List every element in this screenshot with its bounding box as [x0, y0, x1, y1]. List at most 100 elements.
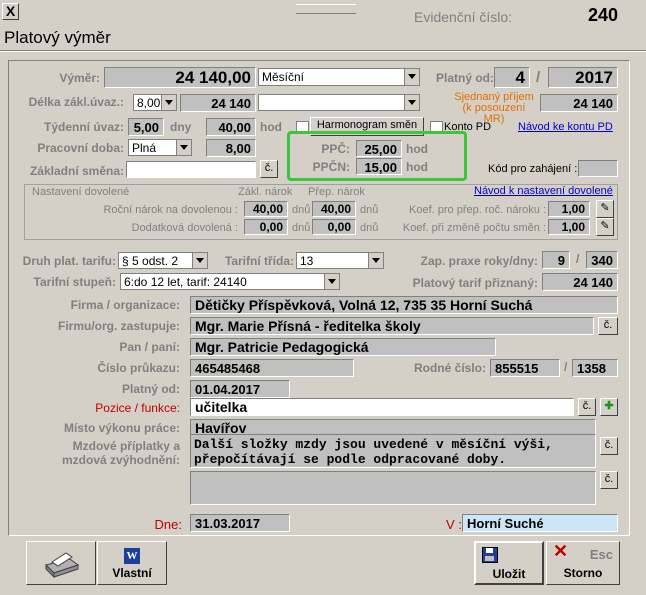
- dod-prep-unit: dnů: [360, 222, 379, 234]
- dodatkova-label: Dodatková dovolená :: [131, 222, 238, 234]
- evidence-number: 240: [588, 5, 619, 25]
- stupen-label: Tarifní stupeň:: [33, 275, 116, 289]
- rocni-prep-field[interactable]: 40,00: [312, 201, 356, 217]
- printer-icon: [45, 552, 80, 579]
- koef1-edit-icon[interactable]: ✎: [596, 200, 614, 218]
- tydenni-field[interactable]: 5,00: [128, 118, 164, 136]
- zakladni-pick-button[interactable]: č.: [260, 160, 278, 178]
- druh-select-value: § 5 odst. 2: [122, 254, 179, 268]
- pan-field[interactable]: Mgr. Patricie Pedagogická: [190, 338, 496, 356]
- ppcn-hod-unit: hod: [406, 160, 428, 174]
- firma-label: Firma / organizace:: [70, 298, 180, 312]
- pracovni-label: Pracovní doba:: [37, 141, 124, 155]
- delka-select-value: 8,00: [137, 96, 161, 110]
- praxe-dny-field[interactable]: 340: [586, 251, 618, 269]
- kod-field[interactable]: [578, 160, 618, 177]
- save-icon: [482, 547, 498, 563]
- zakladni-label: Základní směna:: [29, 164, 124, 178]
- priznany-label: Platový tarif přiznaný:: [412, 276, 538, 290]
- delka-select[interactable]: 8,00: [133, 94, 177, 111]
- stupen-select[interactable]: 6:do 12 let, tarif: 24140: [120, 273, 340, 290]
- evidence-label: Evidenční číslo:: [414, 9, 513, 25]
- priznany-field[interactable]: 24 140: [542, 273, 618, 291]
- rodne-label: Rodné číslo:: [413, 361, 486, 375]
- ppc-label: PPČ:: [321, 142, 350, 156]
- pozice-field[interactable]: učitelka: [190, 398, 574, 416]
- pozice-add-icon[interactable]: ✚: [600, 398, 618, 416]
- koef1-label: Koef. pro přep. roč. nároku :: [409, 204, 546, 216]
- vymer-type-select[interactable]: Měsíční: [258, 68, 420, 86]
- chevron-down-icon: [404, 95, 419, 110]
- delka-label: Délka zákl.úvaz.:: [28, 95, 124, 109]
- ppcn-label: PPČN:: [312, 160, 350, 174]
- vlastni-button[interactable]: W Vlastní: [97, 541, 167, 585]
- print-button[interactable]: [26, 541, 96, 585]
- tydenni-hod-field[interactable]: 40,00: [206, 118, 256, 136]
- stupen-select-value: 6:do 12 let, tarif: 24140: [124, 275, 247, 289]
- misto-label: Místo výkonu práce:: [63, 421, 180, 435]
- poznamka-pick-button[interactable]: č.: [600, 471, 618, 489]
- window-title: Platový výměr: [4, 28, 111, 47]
- delka-extra-select[interactable]: [258, 94, 420, 111]
- poznamka-field[interactable]: [190, 471, 596, 505]
- priplatky-textarea[interactable]: Další složky mzdy jsou uvedené v měsíční…: [190, 434, 596, 468]
- navod-dovolena-link[interactable]: Návod k nastavení dovolené: [474, 185, 613, 197]
- delka-value-field[interactable]: 24 140: [180, 94, 256, 112]
- priplatky-label-line2: mzdová zvýhodnění:: [61, 453, 180, 467]
- ppcn-field[interactable]: 15,00: [356, 158, 402, 175]
- platny-field[interactable]: 01.04.2017: [190, 380, 290, 398]
- priplatky-label-line1: Mzdové příplatky a: [72, 439, 180, 453]
- navod-konto-link[interactable]: Návod ke kontu PD: [518, 121, 613, 133]
- praxe-roky-field[interactable]: 9: [542, 251, 570, 269]
- zakladni-field[interactable]: [126, 161, 256, 178]
- vlastni-label: Vlastní: [112, 566, 152, 580]
- esc-label: Esc: [589, 547, 613, 562]
- pracovni-select[interactable]: Plná: [128, 139, 192, 156]
- platny-od-year-field[interactable]: 2017: [548, 67, 618, 88]
- dovolena-title: Nastavení dovolené: [32, 186, 130, 198]
- dne-field[interactable]: 31.03.2017: [190, 514, 290, 532]
- chevron-down-icon: [176, 140, 191, 155]
- priplatky-pick-button[interactable]: č.: [600, 437, 618, 455]
- ulozit-label: Uložit: [492, 567, 526, 581]
- trida-select[interactable]: 13: [296, 252, 384, 269]
- pracovni-value-field[interactable]: 8,00: [206, 139, 256, 157]
- firma-field[interactable]: Dětičky Příspěvková, Volná 12, 735 35 Ho…: [190, 296, 618, 314]
- v-field[interactable]: Horní Suché: [462, 514, 618, 532]
- sjednany-field[interactable]: 24 140: [540, 94, 618, 112]
- rocni-prep-unit: dnů: [360, 204, 379, 216]
- dod-zakl-field[interactable]: 0,00: [244, 219, 288, 235]
- platny-od-month-field[interactable]: 4: [494, 67, 530, 88]
- prukaz-label: Číslo průkazu:: [97, 361, 180, 375]
- dod-prep-field[interactable]: 0,00: [312, 219, 356, 235]
- koef1-field[interactable]: 1,00: [548, 201, 590, 217]
- hod-unit: hod: [260, 120, 282, 134]
- pan-label: Pan / paní:: [119, 340, 180, 354]
- rocni-zakl-field[interactable]: 40,00: [244, 201, 288, 217]
- rodne-field-2[interactable]: 1358: [572, 359, 618, 377]
- praxe-label: Zap. praxe roky/dny:: [420, 254, 538, 268]
- prep-narok-header: Přep. nárok: [308, 186, 365, 198]
- chevron-down-icon: [161, 95, 176, 110]
- chevron-down-icon: [368, 253, 383, 268]
- rodne-field-1[interactable]: 855515: [490, 359, 560, 377]
- zastupuje-field[interactable]: Mgr. Marie Přísná - ředitelka školy: [190, 317, 594, 335]
- priplatky-label: Mzdové příplatky a mzdová zvýhodnění:: [10, 439, 180, 467]
- koef2-edit-icon[interactable]: ✎: [596, 218, 614, 236]
- koef2-field[interactable]: 1,00: [548, 219, 590, 235]
- vymer-field[interactable]: 24 140,00: [104, 67, 256, 88]
- druh-select[interactable]: § 5 odst. 2: [118, 252, 208, 269]
- storno-button[interactable]: ✕ Esc Storno: [546, 541, 620, 585]
- zastupuje-pick-button[interactable]: č.: [598, 317, 618, 335]
- drag-handle[interactable]: [296, 4, 356, 14]
- prukaz-field[interactable]: 465485468: [190, 359, 354, 377]
- ppc-hod-unit: hod: [406, 142, 428, 156]
- dod-zakl-unit: dnů: [292, 222, 311, 234]
- ulozit-button[interactable]: Uložit: [474, 541, 544, 585]
- pozice-pick-button[interactable]: č.: [578, 398, 596, 416]
- tydenni-label: Týdenní úvaz:: [43, 120, 124, 134]
- ppc-field[interactable]: 25,00: [356, 140, 402, 157]
- close-button[interactable]: X: [2, 3, 19, 20]
- v-label: V :: [446, 517, 462, 532]
- rodne-slash: /: [564, 360, 568, 374]
